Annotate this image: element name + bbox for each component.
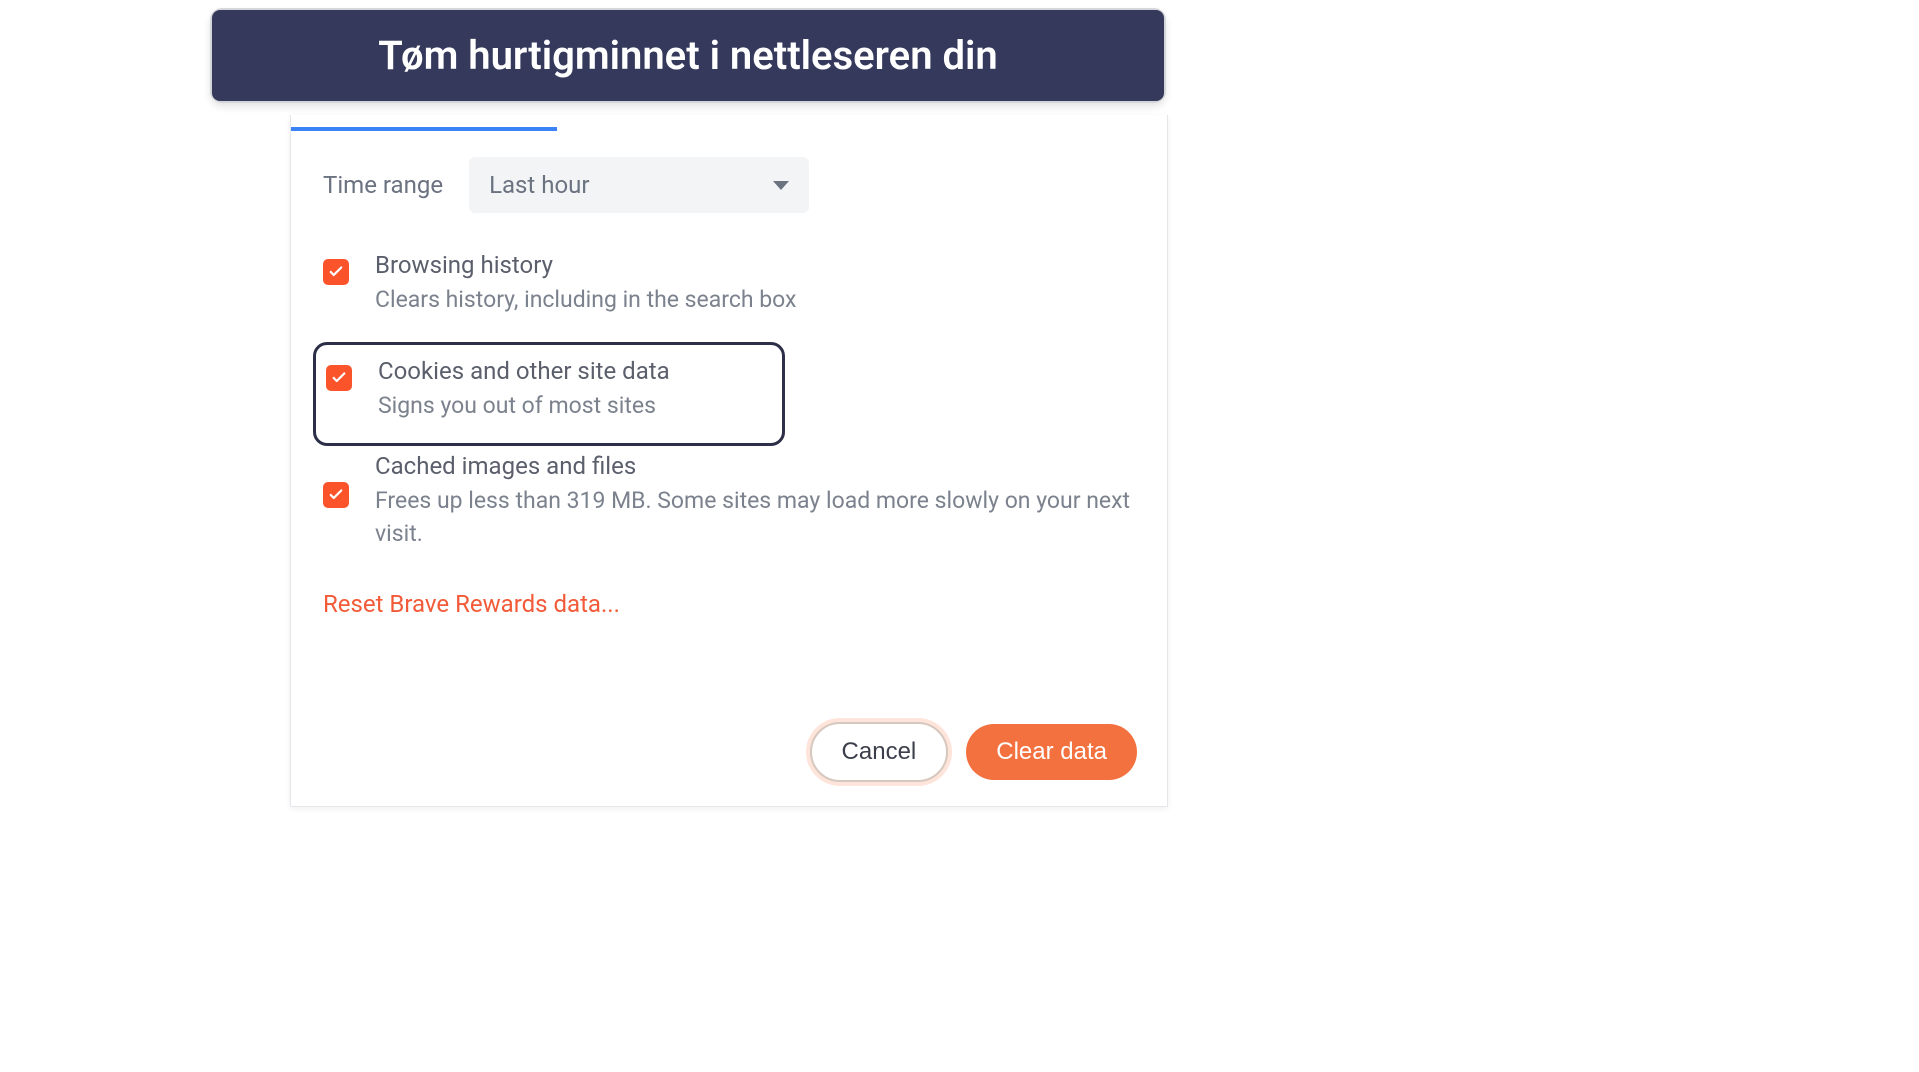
clear-data-button[interactable]: Clear data — [966, 724, 1137, 780]
option-text: Browsing history Clears history, includi… — [375, 251, 796, 316]
option-desc: Clears history, including in the search … — [375, 283, 796, 316]
option-text: Cached images and files Frees up less th… — [375, 452, 1135, 551]
instruction-banner: Tøm hurtigminnet i nettleseren din — [210, 8, 1166, 103]
reset-brave-rewards-link[interactable]: Reset Brave Rewards data... — [323, 590, 620, 618]
option-title: Cached images and files — [375, 452, 1135, 480]
check-icon — [330, 369, 348, 387]
checkbox-browsing-history[interactable] — [323, 259, 349, 285]
check-icon — [327, 263, 345, 281]
option-title: Cookies and other site data — [378, 357, 670, 385]
option-cached-images: Cached images and files Frees up less th… — [323, 452, 1135, 577]
option-title: Browsing history — [375, 251, 796, 279]
dialog-buttons: Cancel Clear data — [810, 722, 1137, 782]
option-text: Cookies and other site data Signs you ou… — [378, 357, 670, 422]
checkbox-cached[interactable] — [323, 482, 349, 508]
option-cookies-highlighted: Cookies and other site data Signs you ou… — [313, 342, 785, 445]
checkbox-cookies[interactable] — [326, 365, 352, 391]
time-range-value: Last hour — [489, 171, 589, 199]
dialog-content: Time range Last hour Browsing history Cl… — [291, 131, 1167, 618]
time-range-label: Time range — [323, 171, 443, 199]
banner-title: Tøm hurtigminnet i nettleseren din — [212, 10, 1164, 101]
cancel-button[interactable]: Cancel — [810, 722, 949, 782]
option-desc: Frees up less than 319 MB. Some sites ma… — [375, 484, 1135, 551]
option-desc: Signs you out of most sites — [378, 389, 670, 422]
clear-browsing-data-dialog: Time range Last hour Browsing history Cl… — [290, 115, 1168, 807]
option-browsing-history: Browsing history Clears history, includi… — [323, 251, 1135, 342]
time-range-row: Time range Last hour — [323, 157, 1135, 213]
chevron-down-icon — [773, 181, 789, 190]
check-icon — [327, 486, 345, 504]
time-range-select[interactable]: Last hour — [469, 157, 809, 213]
